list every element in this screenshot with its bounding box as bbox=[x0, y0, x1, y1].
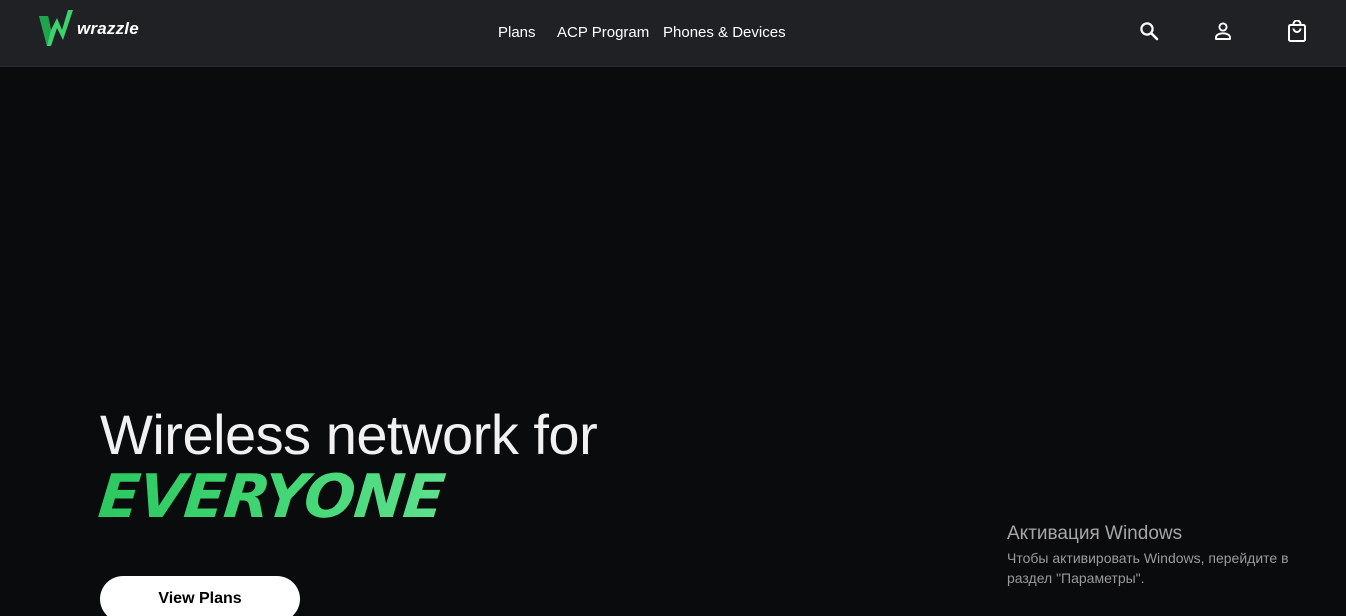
nav-item-plans[interactable]: Plans bbox=[498, 24, 536, 41]
hero-accent-text: EVERYONE bbox=[95, 462, 448, 532]
activation-line-1: Чтобы активировать Windows, перейдите в bbox=[1007, 550, 1289, 566]
activation-title: Активация Windows bbox=[1007, 523, 1183, 544]
view-plans-button[interactable]: View Plans bbox=[100, 576, 300, 616]
nav-item-phones-devices[interactable]: Phones & Devices bbox=[663, 24, 786, 41]
hero-title: Wireless network for bbox=[100, 403, 598, 466]
top-navigation-bar: wrazzle Plans ACP Program Phones & Devic… bbox=[0, 0, 1346, 67]
activation-message: Чтобы активировать Windows, перейдите в … bbox=[1007, 548, 1327, 588]
shopping-bag-icon bbox=[1288, 20, 1306, 42]
user-icon bbox=[1215, 22, 1231, 40]
activation-line-2: раздел "Параметры". bbox=[1007, 570, 1145, 586]
cart-button[interactable] bbox=[1285, 19, 1309, 43]
brand-logo[interactable]: wrazzle bbox=[39, 10, 139, 48]
search-button[interactable] bbox=[1137, 19, 1161, 43]
search-icon bbox=[1140, 22, 1159, 41]
account-button[interactable] bbox=[1211, 19, 1235, 43]
nav-item-acp-program[interactable]: ACP Program bbox=[557, 24, 649, 41]
lightning-w-icon bbox=[39, 10, 73, 46]
windows-activation-watermark: Активация Windows Чтобы активировать Win… bbox=[1007, 523, 1327, 588]
brand-name: wrazzle bbox=[77, 19, 139, 38]
